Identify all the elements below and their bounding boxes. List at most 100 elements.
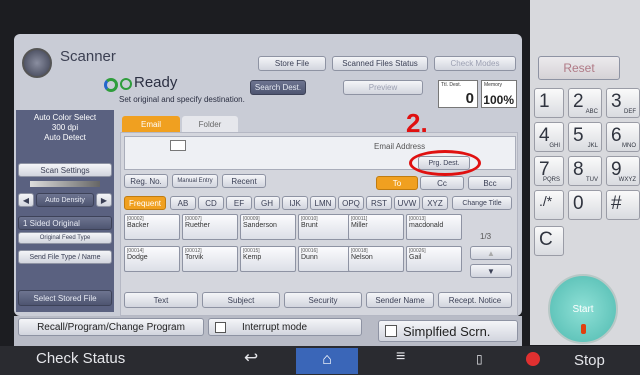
simplified-screen-button[interactable]: Simplfied Scrn. <box>378 320 518 342</box>
destination-backer[interactable]: [00002] Backer <box>124 214 180 240</box>
index-tab-xyz[interactable]: XYZ <box>422 196 448 210</box>
email-address-label: Email Address <box>374 142 426 151</box>
tab-folder[interactable]: Folder <box>182 116 238 132</box>
index-tab-cd[interactable]: CD <box>198 196 224 210</box>
clear-key[interactable]: C <box>534 226 564 256</box>
home-icon[interactable]: ⌂ <box>296 348 358 374</box>
memory-label: Memory <box>484 82 503 88</box>
auto-density-button[interactable]: Auto Density <box>36 193 94 207</box>
interrupt-mode-button[interactable]: Interrupt mode <box>208 318 362 336</box>
cc-button[interactable]: Cc <box>420 176 464 190</box>
key-label: # <box>611 193 622 214</box>
total-dest-label: Ttl. Dest. <box>441 82 462 88</box>
index-tab-rst[interactable]: RST <box>366 196 392 210</box>
stop-button[interactable]: Stop <box>574 352 605 369</box>
destination-nelson[interactable]: [00018] Nelson <box>348 246 404 272</box>
reset-button[interactable]: Reset <box>538 56 620 80</box>
device-icon: ▯ <box>476 352 483 366</box>
back-icon[interactable]: ↩ <box>244 348 258 368</box>
density-increase-button[interactable]: ▶ <box>96 193 112 207</box>
key-label: 0 <box>573 193 584 214</box>
to-button[interactable]: To <box>376 176 418 190</box>
density-scale <box>30 181 100 187</box>
key-4[interactable]: 4 GHI <box>534 122 564 152</box>
destination-macdonald[interactable]: [00013] macdonald <box>406 214 462 240</box>
key-5[interactable]: 5 JKL <box>568 122 602 152</box>
index-tab-ef[interactable]: EF <box>226 196 252 210</box>
destination-gail[interactable]: [00026] Gail <box>406 246 462 272</box>
tab-email[interactable]: Email <box>122 116 180 132</box>
key-letters: PQRS <box>542 177 560 183</box>
destination-kemp[interactable]: [00015] Kemp <box>240 246 296 272</box>
resolution-text: 300 dpi <box>51 123 79 132</box>
key-dot-star[interactable]: ./* <box>534 190 564 220</box>
total-dest-box: Ttl. Dest. 0 <box>438 80 478 108</box>
key-7[interactable]: 7 PQRS <box>534 156 564 186</box>
destination-dodge[interactable]: [00014] Dodge <box>124 246 180 272</box>
store-file-button[interactable]: Store File <box>258 56 326 71</box>
send-file-type-button[interactable]: Send File Type / Name <box>18 250 112 264</box>
key-3[interactable]: 3 DEF <box>606 88 640 118</box>
index-tab-ijk[interactable]: IJK <box>282 196 308 210</box>
original-feed-type-button[interactable]: Original Feed Type <box>18 232 112 244</box>
destination-name: macdonald <box>409 222 444 229</box>
envelope-icon <box>170 140 186 151</box>
scanned-files-status-button[interactable]: Scanned Files Status <box>332 56 428 71</box>
destination-brunt[interactable]: [00010] Brunt <box>298 214 354 240</box>
destination-sanderson[interactable]: [00009] Sanderson <box>240 214 296 240</box>
sided-original-button[interactable]: 1 Sided Original <box>18 216 112 230</box>
key-label: C <box>539 229 553 250</box>
key-letters: JKL <box>587 143 598 149</box>
scroll-down-button[interactable]: ▼ <box>470 264 512 278</box>
key-9[interactable]: 9 WXYZ <box>606 156 640 186</box>
destination-name: Dunn <box>301 254 318 261</box>
destination-name: Gail <box>409 254 422 261</box>
recept-notice-button[interactable]: Recept. Notice <box>438 292 512 308</box>
density-decrease-button[interactable]: ◀ <box>18 193 34 207</box>
text-button[interactable]: Text <box>124 292 198 308</box>
simplified-label: Simplfied Scrn. <box>403 323 491 339</box>
destination-torvik[interactable]: [00012] Torvik <box>182 246 238 272</box>
search-dest-button[interactable]: Search Dest. <box>250 80 306 95</box>
key-6[interactable]: 6 MNO <box>606 122 640 152</box>
recall-program-button[interactable]: Recall/Program/Change Program <box>18 318 204 336</box>
key-label: ./* <box>539 193 553 209</box>
destination-miller[interactable]: [00011] Miller <box>348 214 404 240</box>
destination-dunn[interactable]: [00016] Dunn <box>298 246 354 272</box>
step-annotation: 2. <box>406 108 428 138</box>
index-tab-ab[interactable]: AB <box>170 196 196 210</box>
manual-entry-button[interactable]: Manual Entry <box>172 174 218 188</box>
bcc-button[interactable]: Bcc <box>468 176 512 190</box>
index-tab-lmn[interactable]: LMN <box>310 196 336 210</box>
reg-no-button[interactable]: Reg. No. <box>124 174 168 188</box>
destination-ruether[interactable]: [00007] Ruether <box>182 214 238 240</box>
security-button[interactable]: Security <box>284 292 362 308</box>
destination-name: Brunt <box>301 222 318 229</box>
menu-icon[interactable]: ≡ <box>396 348 405 366</box>
index-tab-frequent[interactable]: Frequent <box>124 196 166 210</box>
start-button[interactable]: Start <box>548 274 618 344</box>
memory-box: Memory 100% <box>481 80 517 108</box>
key-8[interactable]: 8 TUV <box>568 156 602 186</box>
change-title-button[interactable]: Change Title <box>452 196 512 210</box>
stop-icon[interactable] <box>526 352 540 366</box>
key-0[interactable]: 0 <box>568 190 602 220</box>
scan-settings-button[interactable]: Scan Settings <box>18 163 112 177</box>
scroll-up-button[interactable]: ▲ <box>470 246 512 260</box>
key-label: 3 <box>611 91 622 112</box>
key-label: 4 <box>539 125 550 146</box>
check-status-button[interactable]: Check Status <box>36 350 125 367</box>
index-tab-gh[interactable]: GH <box>254 196 280 210</box>
recent-button[interactable]: Recent <box>222 174 266 188</box>
destination-name: Sanderson <box>243 222 277 229</box>
key-2[interactable]: 2 ABC <box>568 88 602 118</box>
preview-button[interactable]: Preview <box>343 80 423 95</box>
index-tab-uvw[interactable]: UVW <box>394 196 420 210</box>
select-stored-file-button[interactable]: Select Stored File <box>18 290 112 306</box>
sender-name-button[interactable]: Sender Name <box>366 292 434 308</box>
index-tab-opq[interactable]: OPQ <box>338 196 364 210</box>
check-modes-button[interactable]: Check Modes <box>434 56 516 71</box>
key-1[interactable]: 1 <box>534 88 564 118</box>
key-hash[interactable]: # <box>606 190 640 220</box>
subject-button[interactable]: Subject <box>202 292 280 308</box>
